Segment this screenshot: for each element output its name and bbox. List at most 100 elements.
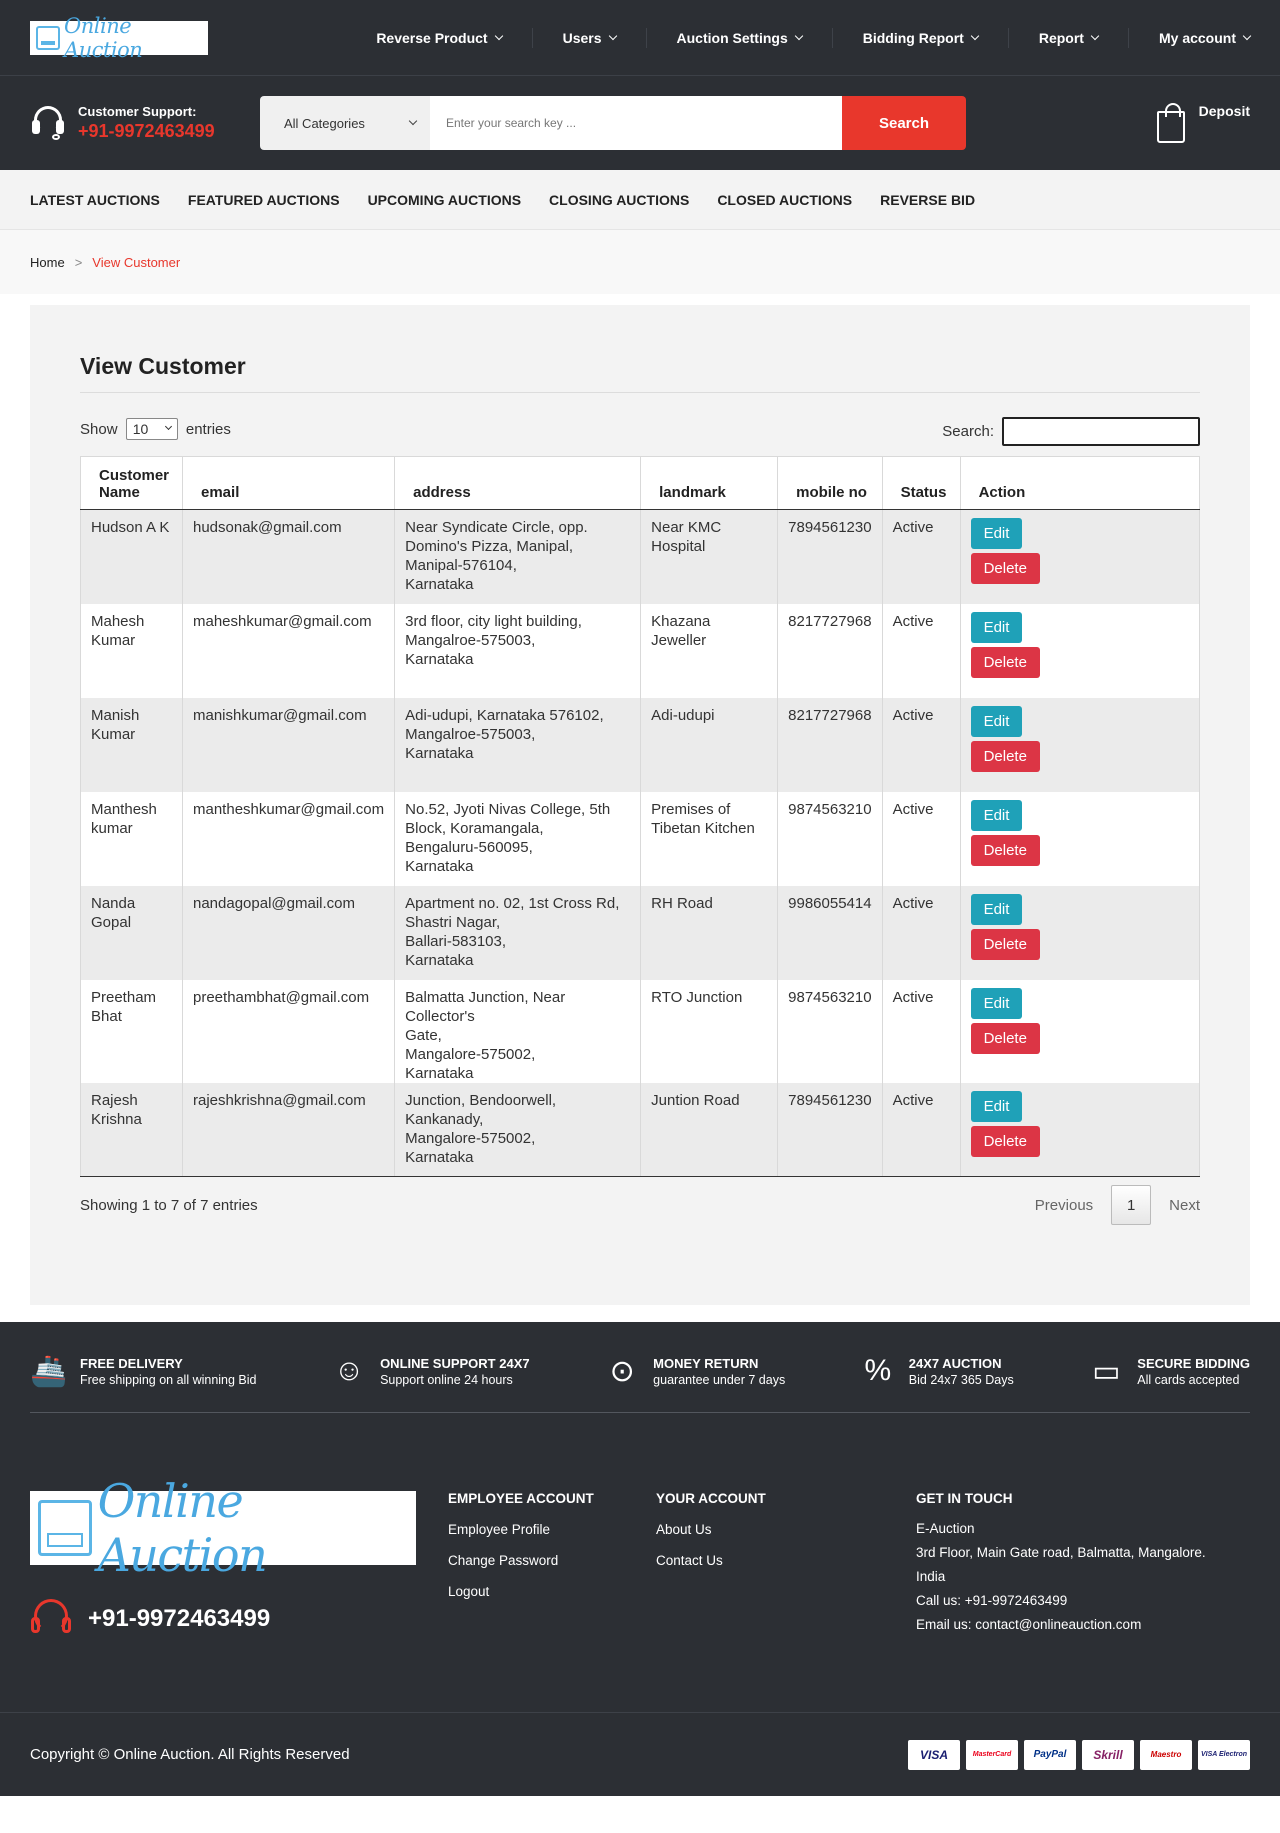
delete-button[interactable]: Delete xyxy=(970,1125,1040,1157)
col-customer-name[interactable]: Customer Name xyxy=(80,456,183,510)
row-actions: Edit Delete xyxy=(970,611,1189,678)
feature-sub: Free shipping on all winning Bid xyxy=(80,1372,257,1387)
edit-button[interactable]: Edit xyxy=(970,799,1023,831)
cat-latest-auctions[interactable]: LATEST AUCTIONS xyxy=(30,192,160,208)
col-status[interactable]: Status xyxy=(881,456,961,510)
customer-panel: View Customer Show 10 entries Search: Cu… xyxy=(30,305,1250,1305)
table-row: Manthesh kumar mantheshkumar@gmail.com No.… xyxy=(80,791,1201,886)
breadcrumb-home[interactable]: Home xyxy=(30,255,65,270)
col-mobile[interactable]: mobile no xyxy=(777,456,883,510)
cell-mobile: 8217727968 xyxy=(777,603,883,698)
cat-reverse-bid[interactable]: REVERSE BID xyxy=(880,192,975,208)
edit-button[interactable]: Edit xyxy=(970,611,1023,643)
contact-email[interactable]: Email us: contact@onlineauction.com xyxy=(916,1618,1236,1632)
row-actions: Edit Delete xyxy=(970,518,1189,584)
nav-bidding-report[interactable]: Bidding Report xyxy=(833,27,1009,48)
maestro-icon: Maestro xyxy=(1140,1739,1192,1770)
chevron-down-icon xyxy=(970,31,980,40)
table-controls: Show 10 entries Search: xyxy=(80,411,1200,446)
cat-closed-auctions[interactable]: CLOSED AUCTIONS xyxy=(717,192,852,208)
pagination-previous[interactable]: Previous xyxy=(1035,1197,1093,1214)
col-email[interactable]: email xyxy=(181,456,396,510)
table-row: Manish Kumar manishkumar@gmail.com Adi-udu… xyxy=(80,697,1201,792)
col-landmark[interactable]: landmark xyxy=(640,456,779,510)
delete-button[interactable]: Delete xyxy=(970,834,1040,866)
table-row: Rajesh Krishna rajeshkrishna@gmail.com Jun… xyxy=(80,1082,1201,1177)
contact-phone[interactable]: Call us: +91-9972463499 xyxy=(916,1594,1236,1608)
table-row: Preetham Bhat preethambhat@gmail.com Balma… xyxy=(80,979,1201,1083)
contact-company: E-Auction xyxy=(916,1521,975,1536)
paypal-icon: PayPal xyxy=(1024,1739,1076,1770)
row-actions: Edit Delete xyxy=(970,987,1189,1054)
logo-text: Online Auction xyxy=(64,13,143,62)
pagination-next[interactable]: Next xyxy=(1169,1197,1200,1214)
category-selected: All Categories xyxy=(284,115,365,131)
footer-employee-account: EMPLOYEE ACCOUNT Employee Profile Change… xyxy=(448,1491,656,1642)
cell-customer-name: Manthesh kumar xyxy=(80,791,183,886)
footer-link-employee-profile[interactable]: Employee Profile xyxy=(448,1522,656,1537)
footer-logo[interactable]: Online Auction xyxy=(30,1474,416,1582)
cell-action: Edit Delete xyxy=(959,1082,1201,1177)
search-row: Customer Support: +91-9972463499 All Cat… xyxy=(0,76,1280,170)
cell-landmark: RTO Junction xyxy=(640,979,779,1083)
footer-link-about-us[interactable]: About Us xyxy=(656,1522,864,1537)
main-nav: Reverse Product Users Auction Settings B… xyxy=(346,27,1252,48)
visa-electron-icon: VISA Electron xyxy=(1198,1739,1250,1770)
chevron-down-icon xyxy=(408,116,418,126)
nav-label: Users xyxy=(562,29,602,46)
search-button[interactable]: Search xyxy=(842,96,966,150)
pagination: Previous 1 Next xyxy=(1035,1185,1200,1225)
search-input[interactable]: Enter your search key ... xyxy=(430,96,842,150)
entries-select[interactable]: 10 xyxy=(125,417,178,440)
delete-button[interactable]: Delete xyxy=(970,646,1040,678)
edit-button[interactable]: Edit xyxy=(970,1090,1023,1122)
cell-action: Edit Delete xyxy=(959,509,1201,604)
cell-email: manishkumar@gmail.com xyxy=(181,697,396,792)
visa-icon: VISA xyxy=(908,1739,960,1770)
footer-heading: YOUR ACCOUNT xyxy=(656,1491,766,1506)
footer-link-contact-us[interactable]: Contact Us xyxy=(656,1553,864,1568)
feature-online-support: ☺ ONLINE SUPPORT 24X7 Support online 24 h… xyxy=(330,1352,530,1390)
nav-label: Auction Settings xyxy=(676,29,788,46)
edit-button[interactable]: Edit xyxy=(970,893,1023,925)
footer-link-change-password[interactable]: Change Password xyxy=(448,1553,656,1568)
delete-button[interactable]: Delete xyxy=(970,553,1040,584)
nav-users[interactable]: Users xyxy=(533,27,647,48)
headset-icon xyxy=(30,104,68,142)
category-select[interactable]: All Categories xyxy=(260,96,430,150)
nav-my-account[interactable]: My account xyxy=(1129,28,1252,48)
auction-logo-icon xyxy=(38,1500,92,1556)
nav-report[interactable]: Report xyxy=(1009,27,1129,48)
edit-button[interactable]: Edit xyxy=(970,518,1023,549)
footer-get-in-touch: GET IN TOUCH E-Auction 3rd Floor, Main G… xyxy=(916,1491,1236,1642)
delete-button[interactable]: Delete xyxy=(970,1022,1040,1054)
nav-reverse-product[interactable]: Reverse Product xyxy=(346,27,533,48)
footer: 🚢 FREE DELIVERY Free shipping on all winn… xyxy=(0,1322,1280,1712)
cell-email: rajeshkrishna@gmail.com xyxy=(181,1082,396,1177)
delete-button[interactable]: Delete xyxy=(970,740,1040,772)
percent-badge-icon: % xyxy=(864,1354,892,1387)
cat-featured-auctions[interactable]: FEATURED AUCTIONS xyxy=(188,192,340,208)
table-search-input[interactable] xyxy=(1002,417,1200,446)
footer-link-logout[interactable]: Logout xyxy=(448,1584,656,1599)
cell-customer-name: Nanda Gopal xyxy=(80,885,183,980)
table-row: Mahesh Kumar maheshkumar@gmail.com 3rd flo… xyxy=(80,603,1201,698)
cat-closing-auctions[interactable]: CLOSING AUCTIONS xyxy=(549,192,689,208)
footer-brand: Online Auction +91-9972463499 xyxy=(30,1474,448,1642)
table-search: Search: xyxy=(942,417,1200,446)
delete-button[interactable]: Delete xyxy=(970,928,1040,960)
feature-strip: 🚢 FREE DELIVERY Free shipping on all winn… xyxy=(30,1322,1250,1413)
edit-button[interactable]: Edit xyxy=(970,987,1023,1019)
nav-auction-settings[interactable]: Auction Settings xyxy=(647,27,833,48)
support-phone[interactable]: +91-9972463499 xyxy=(78,121,215,142)
col-address[interactable]: address xyxy=(394,456,642,510)
cell-customer-name: Hudson A K xyxy=(80,509,183,604)
deposit-link[interactable]: Deposit xyxy=(1156,103,1250,143)
support-agent-icon: ☺ xyxy=(333,1354,365,1387)
cat-upcoming-auctions[interactable]: UPCOMING AUCTIONS xyxy=(368,192,521,208)
site-logo[interactable]: Online Auction xyxy=(30,14,208,62)
footer-phone-number[interactable]: +91-9972463499 xyxy=(88,1605,270,1633)
cell-landmark: Near KMC Hospital xyxy=(640,509,779,604)
pagination-page-1[interactable]: 1 xyxy=(1111,1185,1152,1225)
edit-button[interactable]: Edit xyxy=(970,705,1023,737)
